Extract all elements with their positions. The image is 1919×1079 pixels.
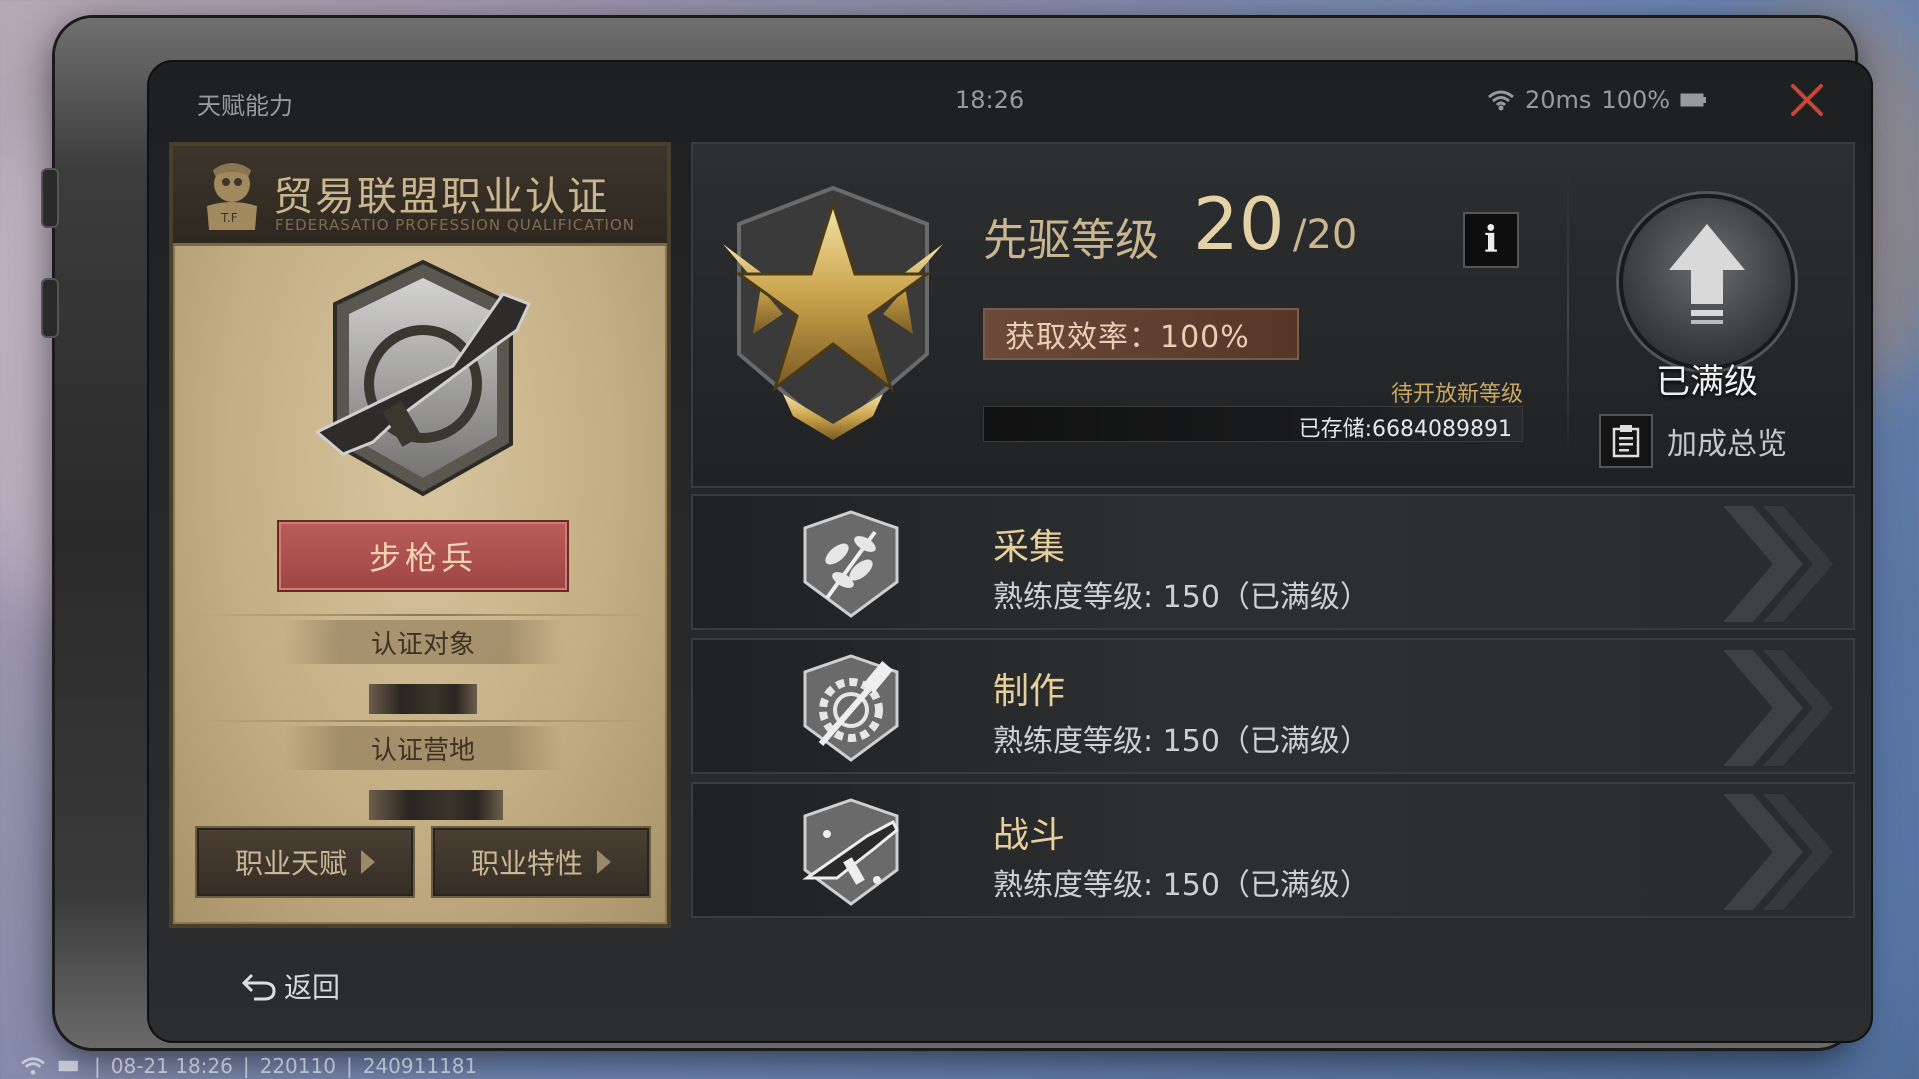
chevron-right-icon [1723,650,1833,766]
federation-logo-icon: T.F [207,163,257,230]
chevron-right-icon [1723,794,1833,910]
skill-level: 熟练度等级: 150（已满级） [993,868,1370,903]
clipboard-icon [1599,414,1653,468]
info-button[interactable]: i [1463,212,1519,268]
career-talent-button[interactable]: 职业天赋 [195,826,415,898]
career-talent-label: 职业天赋 [234,847,347,880]
certificate-subtitle: FEDERASATIO PROFESSION QUALIFICATION [275,216,635,234]
cert-camp-value-redacted [369,790,503,820]
battery-value: 100% [1601,86,1671,114]
efficiency-badge: 获取效率：100% [983,308,1299,360]
footer-code: 240911181 [362,1053,478,1078]
career-trait-label: 职业特性 [470,847,583,880]
skill-level: 熟练度等级: 150（已满级） [993,580,1370,615]
divider [1567,164,1569,464]
device-frame: 天赋能力 18:26 20ms 100% T.F 贸易联盟职业认证 FEDERA… [41,18,1873,1048]
storage-bar: 已存储:6684089891 [983,406,1523,442]
cert-target-value-redacted [369,684,477,714]
status-indicators: 20ms 100% [1487,86,1708,114]
triangle-right-icon [361,850,375,874]
pending-level-text: 待开放新等级 [1390,382,1523,407]
crafting-gear-hammer-icon [803,654,899,762]
career-trait-button[interactable]: 职业特性 [431,826,651,898]
footer-date: 08-21 18:26 [110,1053,233,1078]
triangle-right-icon [597,850,611,874]
pioneer-level-panel: 先驱等级 20 /20 i 获取效率：100% 待开放新等级 已存储:66840… [691,142,1855,488]
skill-name: 战斗 [993,815,1066,856]
skill-row-crafting[interactable]: 制作 熟练度等级: 150（已满级） [691,638,1855,774]
skill-name: 制作 [993,671,1066,712]
clock: 18:26 [955,86,1025,114]
skill-name: 采集 [993,527,1066,568]
cert-target-label: 认证对象 [283,620,563,664]
skill-row-gathering[interactable]: 采集 熟练度等级: 150（已满级） [691,494,1855,630]
window-title: 天赋能力 [197,92,293,120]
gold-star-badge-icon [723,185,943,440]
combat-smg-icon [802,798,899,906]
battery-icon [58,1060,78,1071]
battery-icon [1680,93,1707,107]
bonus-overview-button[interactable]: 加成总览 [1599,414,1787,468]
skill-level: 熟练度等级: 150（已满级） [993,724,1370,759]
skill-row-combat[interactable]: 战斗 熟练度等级: 150（已满级） [691,782,1855,918]
chevron-right-icon [1723,506,1833,622]
storage-value: 已存储:6684089891 [1298,417,1512,442]
ping-value: 20ms [1525,86,1592,114]
level-current: 20 [1193,182,1285,266]
close-icon[interactable] [1787,80,1827,120]
back-arrow-icon [242,973,276,1001]
status-bar: 天赋能力 18:26 20ms 100% [147,60,1873,132]
footer-code: 220110 [259,1053,336,1078]
frame-bolt [41,168,59,228]
wifi-icon [1488,90,1514,111]
divider [201,614,647,616]
bonus-overview-label: 加成总览 [1667,427,1787,462]
upgrade-arrow-icon [1669,224,1745,324]
footer-strip: | 08-21 18:26 | 220110 | 240911181 [0,1052,1919,1079]
back-label: 返回 [284,971,341,1004]
frame-bolt [41,278,59,338]
rifle-emblem-icon [314,259,532,497]
level-max: /20 [1293,212,1358,258]
role-badge: 步枪兵 [277,520,569,592]
upgrade-button[interactable] [1619,194,1795,370]
back-button[interactable]: 返回 [242,966,340,1006]
certificate-title: 贸易联盟职业认证 [273,174,609,220]
screen: 天赋能力 18:26 20ms 100% T.F 贸易联盟职业认证 FEDERA… [147,60,1873,1043]
cert-camp-label: 认证营地 [283,726,563,770]
certificate-header: T.F 贸易联盟职业认证 FEDERASATIO PROFESSION QUAL… [173,146,667,246]
svg-text:T.F: T.F [220,211,238,225]
maxed-label: 已满级 [1656,362,1758,402]
level-title: 先驱等级 [983,215,1159,266]
gathering-leaf-icon [803,510,899,618]
wifi-icon [21,1056,45,1075]
divider [201,720,647,722]
certificate-panel: T.F 贸易联盟职业认证 FEDERASATIO PROFESSION QUAL… [169,142,671,928]
